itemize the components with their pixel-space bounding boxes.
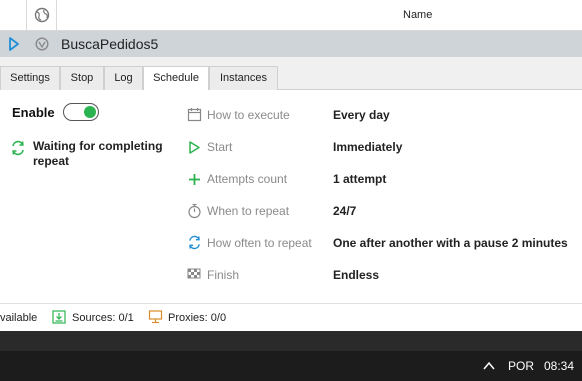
tab-settings[interactable]: Settings [0, 66, 60, 90]
enable-label: Enable [12, 105, 55, 120]
status-sources[interactable]: Sources: 0/1 [72, 312, 134, 324]
prop-value-start[interactable]: Immediately [333, 140, 402, 154]
enable-toggle[interactable] [63, 103, 99, 121]
chevron-up-icon[interactable] [482, 359, 496, 373]
play-icon [189, 141, 200, 154]
status-available: vailable [0, 312, 38, 324]
status-bar: vailable Sources: 0/1 Proxies: 0/0 [0, 303, 582, 331]
window-gap [0, 331, 582, 351]
prop-value-finish[interactable]: Endless [333, 268, 379, 282]
prop-label-how-to-execute: How to execute [207, 108, 290, 122]
download-icon [52, 310, 66, 324]
monitor-icon [148, 310, 163, 324]
prop-label-when-repeat: When to repeat [207, 204, 290, 218]
header-col-blank [0, 0, 27, 31]
checkered-flag-icon [187, 268, 201, 279]
status-proxies[interactable]: Proxies: 0/0 [168, 312, 226, 324]
tab-bar: Settings Stop Log Schedule Instances [0, 57, 582, 91]
prop-label-finish: Finish [207, 268, 240, 282]
play-icon[interactable] [8, 37, 20, 51]
calendar-icon [187, 108, 202, 122]
schedule-status-text: Waiting for completing repeat [33, 139, 163, 168]
header-name-label[interactable]: Name [403, 9, 432, 21]
grid-header: Name [0, 0, 582, 31]
tab-stop[interactable]: Stop [60, 66, 104, 90]
status-shield-icon [35, 37, 49, 51]
globe-icon [34, 7, 50, 23]
project-row[interactable]: BuscaPedidos5 [0, 31, 582, 57]
tab-log[interactable]: Log [104, 66, 143, 90]
repeat-icon [12, 140, 24, 156]
prop-label-how-often: How often to repeat [207, 236, 312, 250]
repeat-icon [189, 235, 200, 250]
header-col-icon [27, 0, 57, 31]
plus-icon [189, 174, 200, 185]
toggle-knob [84, 106, 96, 118]
stopwatch-icon [188, 203, 201, 219]
project-title: BuscaPedidos5 [61, 36, 159, 52]
prop-value-how-to-execute[interactable]: Every day [333, 108, 390, 122]
prop-value-when-repeat[interactable]: 24/7 [333, 204, 356, 218]
prop-label-start: Start [207, 140, 233, 154]
prop-label-attempts: Attempts count [207, 172, 288, 186]
taskbar: POR 08:34 [0, 351, 582, 381]
tab-instances[interactable]: Instances [209, 66, 278, 90]
prop-value-how-often[interactable]: One after another with a pause 2 minutes [333, 236, 568, 250]
schedule-panel: Enable Waiting for completing repeat How… [0, 90, 582, 303]
taskbar-clock[interactable]: 08:34 [544, 359, 574, 373]
tab-schedule[interactable]: Schedule [143, 66, 209, 91]
prop-value-attempts[interactable]: 1 attempt [333, 172, 386, 186]
taskbar-language[interactable]: POR [508, 359, 534, 373]
